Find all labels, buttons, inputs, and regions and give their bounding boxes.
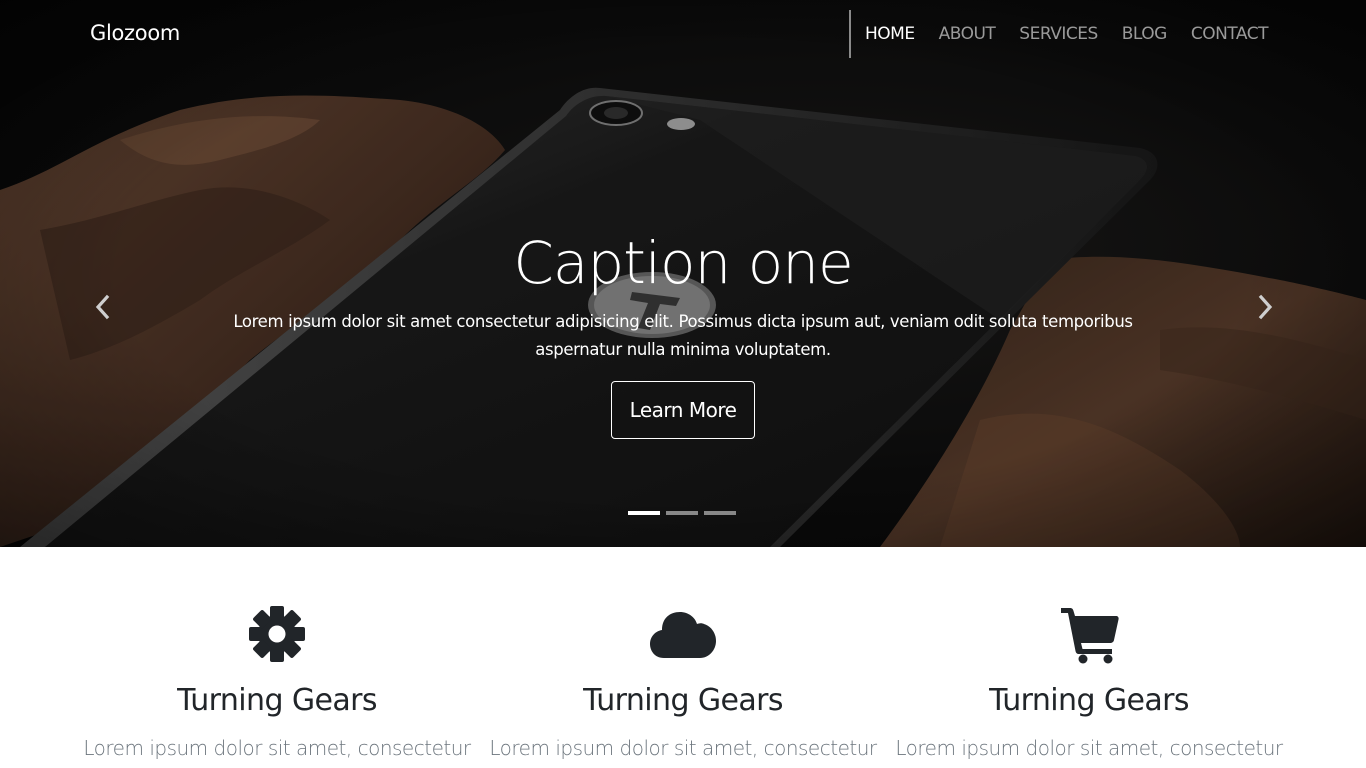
features-section: Turning Gears Lorem ipsum dolor sit amet… [0, 547, 1366, 768]
feature-title: Turning Gears [583, 683, 783, 718]
carousel-indicator-2[interactable] [666, 511, 698, 515]
learn-more-button[interactable]: Learn More [611, 381, 755, 439]
caption-text: Lorem ipsum dolor sit amet consectetur a… [233, 312, 1133, 359]
nav-link-services[interactable]: SERVICES [1019, 24, 1098, 44]
nav-link-home[interactable]: HOME [865, 24, 915, 44]
brand-logo[interactable]: Glozoom [90, 21, 180, 45]
feature-title: Turning Gears [989, 683, 1189, 718]
feature-text: Lorem ipsum dolor sit amet, consectetur [895, 736, 1283, 760]
carousel-caption: Caption one Lorem ipsum dolor sit amet c… [200, 228, 1166, 439]
carousel-indicator-1[interactable] [628, 511, 660, 515]
shopping-cart-icon [1061, 608, 1119, 664]
cloud-icon [650, 612, 716, 658]
feature-title: Turning Gears [177, 683, 377, 718]
nav-link-contact[interactable]: CONTACT [1191, 24, 1269, 44]
nav-links: HOME ABOUT SERVICES BLOG CONTACT [865, 24, 1292, 44]
feature-text: Lorem ipsum dolor sit amet, consectetur [489, 736, 877, 760]
carousel-indicators [628, 511, 742, 515]
hero-carousel: Glozoom HOME ABOUT SERVICES BLOG CONTACT… [0, 0, 1366, 547]
chevron-right-icon [1258, 294, 1273, 320]
carousel-prev-button[interactable] [88, 292, 118, 322]
caption-title: Caption one [513, 229, 853, 297]
chevron-left-icon [95, 294, 110, 320]
nav-link-about[interactable]: ABOUT [939, 24, 996, 44]
nav-link-blog[interactable]: BLOG [1122, 24, 1168, 44]
gear-icon [249, 606, 305, 662]
carousel-next-button[interactable] [1250, 292, 1280, 322]
feature-text: Lorem ipsum dolor sit amet, consectetur [83, 736, 471, 760]
top-navbar: Glozoom HOME ABOUT SERVICES BLOG CONTACT [0, 0, 1366, 72]
carousel-indicator-3[interactable] [704, 511, 736, 515]
nav-divider [849, 10, 851, 58]
